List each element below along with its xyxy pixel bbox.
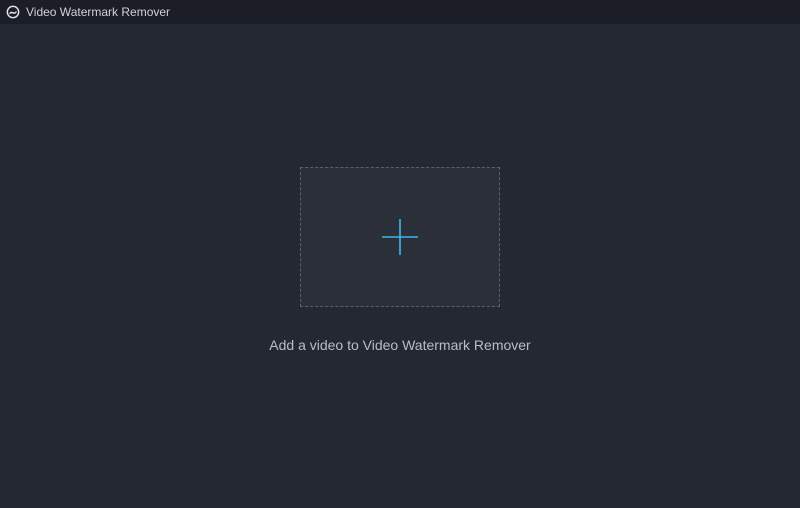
drop-wrap: Add a video to Video Watermark Remover — [269, 167, 530, 353]
add-video-dropzone[interactable] — [300, 167, 500, 307]
add-video-hint: Add a video to Video Watermark Remover — [269, 337, 530, 353]
main-area: Add a video to Video Watermark Remover — [0, 24, 800, 508]
plus-icon — [380, 217, 420, 257]
app-logo-icon — [6, 5, 20, 19]
app-title: Video Watermark Remover — [26, 6, 170, 18]
titlebar: Video Watermark Remover — [0, 0, 800, 24]
